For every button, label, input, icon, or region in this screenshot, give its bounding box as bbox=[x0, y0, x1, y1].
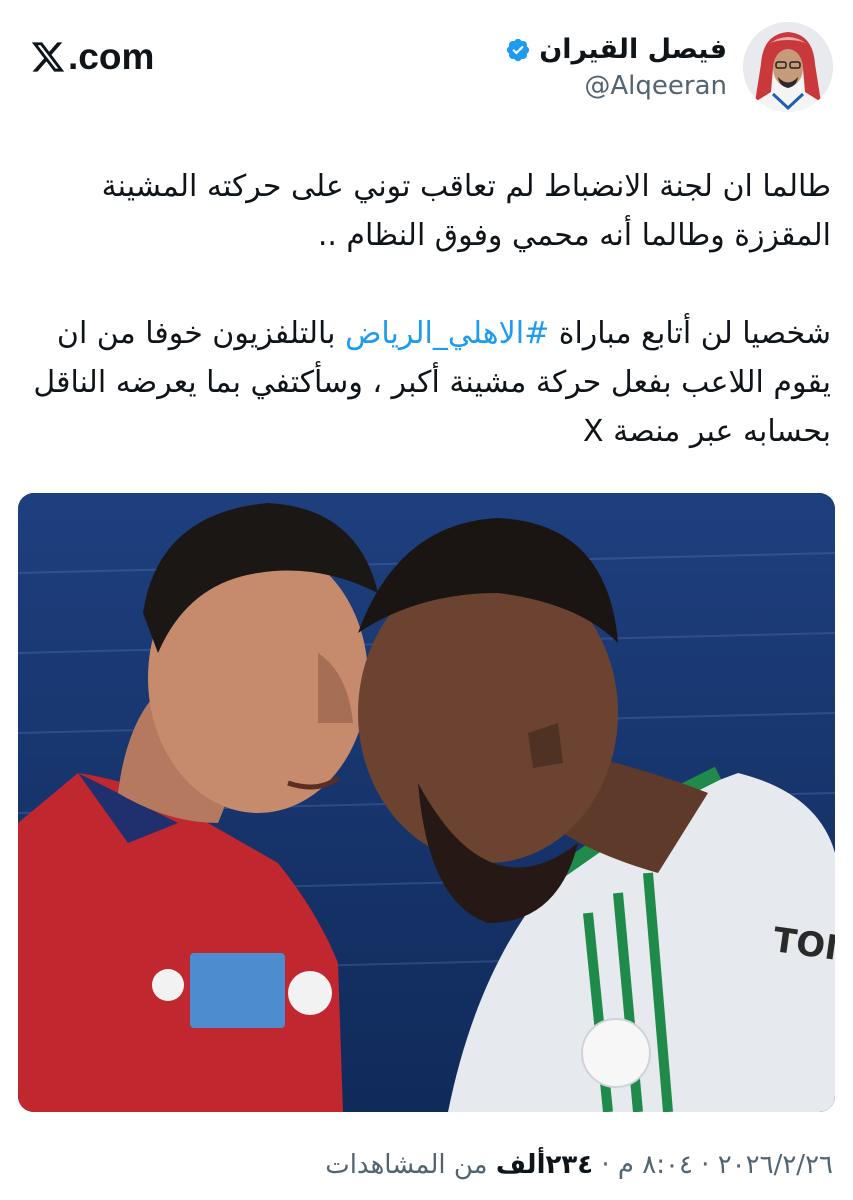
tweet-time[interactable]: ٨:٠٤ م bbox=[618, 1150, 693, 1180]
author-info[interactable]: فيصل القيران @Alqeeran bbox=[307, 34, 727, 101]
tweet-text-segment: شخصيا لن أتابع مباراة bbox=[549, 316, 831, 351]
meta-separator: · bbox=[593, 1150, 618, 1180]
tweet-text: طالما ان لجنة الانضباط لم تعاقب توني على… bbox=[19, 162, 831, 456]
tweet-paragraph-2: شخصيا لن أتابع مباراة #الاهلي_الرياض بال… bbox=[19, 309, 831, 456]
tweet-header: .com فيصل القيران @Alqeeran bbox=[0, 22, 853, 117]
tweet-paragraph-1: طالما ان لجنة الانضباط لم تعاقب توني على… bbox=[101, 169, 831, 253]
tweet-meta: ٢٠٢٦/٢/٢٦ · ٨:٠٤ م · ٢٣٤ألف من المشاهدات bbox=[33, 1150, 833, 1180]
x-logo-icon bbox=[31, 42, 65, 72]
meta-separator: · bbox=[692, 1150, 718, 1180]
brand[interactable]: .com bbox=[30, 36, 154, 78]
avatar[interactable] bbox=[743, 22, 833, 112]
verified-badge-icon bbox=[507, 38, 530, 61]
hashtag-link[interactable]: #الاهلي_الرياض bbox=[345, 316, 549, 351]
tweet-media-photo[interactable]: TON bbox=[18, 493, 835, 1112]
display-name[interactable]: فيصل القيران bbox=[539, 34, 727, 65]
photo-two-players-forehead-to-forehead: TON bbox=[18, 493, 835, 1112]
brand-label: .com bbox=[68, 36, 155, 77]
tweet-date[interactable]: ٢٠٢٦/٢/٢٦ bbox=[718, 1150, 833, 1180]
author-handle[interactable]: @Alqeeran bbox=[307, 71, 727, 101]
views-count: ٢٣٤ألف bbox=[495, 1150, 594, 1180]
views-label: من المشاهدات bbox=[325, 1150, 496, 1180]
avatar-image bbox=[743, 22, 833, 112]
